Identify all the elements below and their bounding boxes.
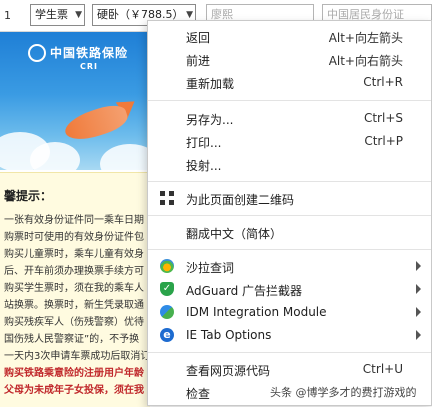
notice-panel: 馨提示： 一张有效身份证件同一乘车日期 购票时可使用的有效身份证件包 购买儿童票… xyxy=(0,172,150,407)
notice-line: 后、开车前须办理换票手续方可 xyxy=(4,266,144,277)
menu-item-label: IE Tab Options xyxy=(186,328,272,342)
koi-fish-decoration xyxy=(61,100,131,146)
menu-item-print[interactable]: 打印... Ctrl+P xyxy=(148,130,431,152)
menu-divider xyxy=(148,249,431,250)
menu-item-cast[interactable]: 投射... xyxy=(148,153,431,175)
notice-title: 馨提示： xyxy=(4,189,53,203)
menu-item-idm[interactable]: IDM Integration Module xyxy=(148,301,431,323)
menu-item-label: 重新加载 xyxy=(186,77,235,91)
menu-item-salad-dict[interactable]: 沙拉查词 xyxy=(148,255,431,277)
menu-item-save-as[interactable]: 另存为... Ctrl+S xyxy=(148,107,431,129)
menu-item-translate[interactable]: 翻成中文（简体） xyxy=(148,221,431,243)
menu-item-shortcut: Ctrl+S xyxy=(363,111,403,125)
menu-item-shortcut: Alt+向左箭头 xyxy=(328,31,403,45)
insurance-banner[interactable]: 中国铁路保险 CRI xyxy=(0,32,150,170)
menu-item-adguard[interactable]: ✓ AdGuard 广告拦截器 xyxy=(148,278,431,300)
menu-item-label: 另存为... xyxy=(186,113,234,127)
banner-logo-text: 中国铁路保险 xyxy=(50,46,129,60)
menu-item-label: IDM Integration Module xyxy=(186,305,327,319)
notice-line-emphasis: 父母为未成年子女投保，须在我 xyxy=(4,385,144,396)
menu-item-label: 投射... xyxy=(186,159,222,173)
ticket-type-value: 学生票 xyxy=(35,8,68,21)
menu-divider xyxy=(148,100,431,101)
chevron-down-icon: ▼ xyxy=(75,10,82,20)
menu-item-label: 检查 xyxy=(186,387,211,401)
ticket-type-select[interactable]: 学生票 ▼ xyxy=(30,4,85,26)
menu-item-ie-tab[interactable]: e IE Tab Options xyxy=(148,324,431,346)
menu-item-shortcut: Alt+向右箭头 xyxy=(328,54,403,68)
chevron-right-icon xyxy=(416,307,421,317)
notice-line: 一张有效身份证件同一乘车日期 xyxy=(4,215,144,226)
notice-line-text: 购买学生票时，须在我的乘车人 xyxy=(4,283,144,294)
menu-item-label: 为此页面创建二维码 xyxy=(186,193,295,207)
cloud-decoration xyxy=(30,142,80,170)
menu-item-label: 返回 xyxy=(186,31,211,45)
ie-tab-icon: e xyxy=(160,328,174,342)
menu-divider xyxy=(148,352,431,353)
context-menu: 返回 Alt+向左箭头 前进 Alt+向右箭头 重新加载 Ctrl+R 另存为.… xyxy=(147,20,432,406)
adguard-shield-icon: ✓ xyxy=(160,282,174,296)
menu-divider xyxy=(148,181,431,182)
notice-line: 购买儿童票时，乘车儿童有效身 xyxy=(4,249,144,260)
menu-item-forward[interactable]: 前进 Alt+向右箭头 xyxy=(148,48,431,70)
menu-divider xyxy=(148,215,431,216)
row-number: 1 xyxy=(4,9,11,22)
notice-line: 购买残疾军人（伤残警察）优待 xyxy=(4,317,144,328)
menu-item-back[interactable]: 返回 Alt+向左箭头 xyxy=(148,25,431,47)
menu-item-label: 查看网页源代码 xyxy=(186,364,271,378)
menu-item-shortcut: Ctrl+P xyxy=(364,134,403,148)
chevron-right-icon xyxy=(416,284,421,294)
cri-logo-icon xyxy=(28,44,46,62)
banner-logo-sub: CRI xyxy=(80,62,99,71)
notice-line: 站换票。换票时，新生凭录取通 xyxy=(4,300,144,311)
salad-dict-icon xyxy=(160,259,174,273)
menu-item-label: 翻成中文（简体） xyxy=(186,227,283,241)
menu-item-label: AdGuard 广告拦截器 xyxy=(186,284,303,298)
chevron-right-icon xyxy=(416,330,421,340)
menu-item-shortcut: Ctrl+R xyxy=(363,75,403,89)
menu-item-reload[interactable]: 重新加载 Ctrl+R xyxy=(148,71,431,93)
menu-item-label: 打印... xyxy=(186,136,222,150)
cloud-decoration xyxy=(100,144,150,170)
notice-line: 国伤残人民警察证”的，不予换 xyxy=(4,334,140,345)
notice-line: 购买学生票时，须在我的乘车人 xyxy=(4,279,150,294)
idm-icon xyxy=(160,305,174,319)
menu-item-create-qr[interactable]: 为此页面创建二维码 xyxy=(148,187,431,209)
notice-line: 一天内3次申请车票成功后取消订 xyxy=(4,351,150,362)
menu-item-label: 沙拉查词 xyxy=(186,261,235,275)
menu-item-shortcut: Ctrl+U xyxy=(362,362,403,376)
qr-code-icon xyxy=(160,191,174,205)
notice-line: 购票时可使用的有效身份证件包 xyxy=(4,232,144,243)
menu-item-view-source[interactable]: 查看网页源代码 Ctrl+U xyxy=(148,358,431,380)
menu-item-label: 前进 xyxy=(186,54,211,68)
notice-line-emphasis: 购买铁路乘意险的注册用户年龄 xyxy=(4,368,144,379)
chevron-right-icon xyxy=(416,261,421,271)
watermark: 头条 @博学多才的费打游戏的 xyxy=(270,386,417,399)
